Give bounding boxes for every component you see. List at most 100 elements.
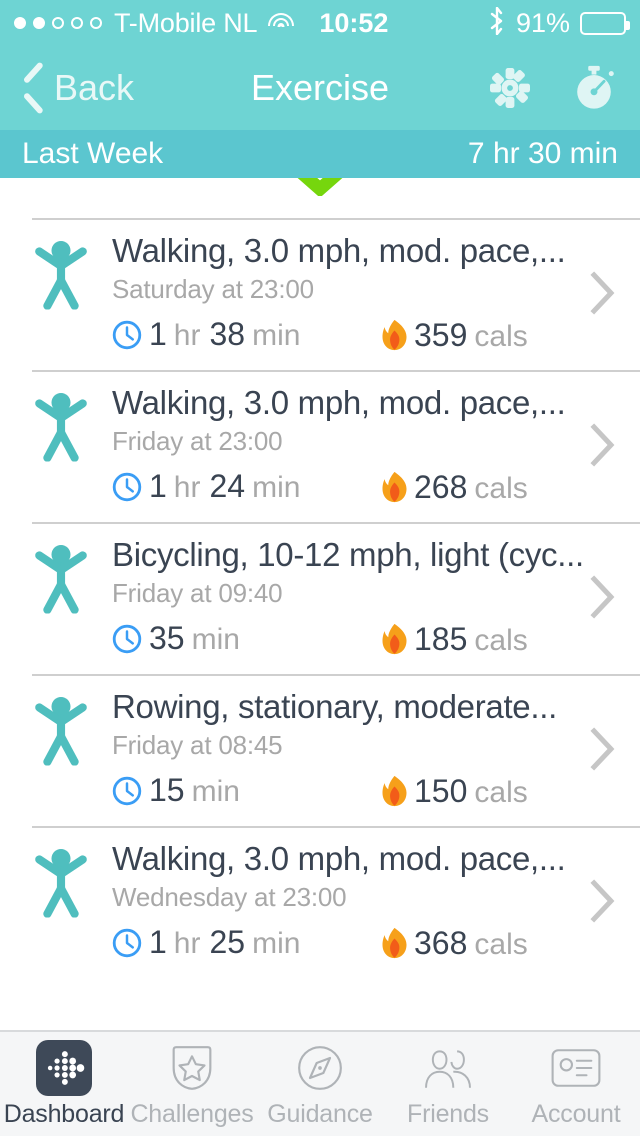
tab-challenges[interactable]: Challenges [128, 1040, 256, 1129]
duration-minutes-unit: min [252, 927, 301, 960]
back-button[interactable]: Back [22, 67, 134, 109]
calories-value: 150 [414, 773, 468, 809]
calories-value: 185 [414, 621, 468, 657]
duration-hours-unit: hr [173, 319, 201, 352]
shield-star-icon [167, 1040, 217, 1096]
exercise-title: Walking, 3.0 mph, mod. pace,... [112, 840, 566, 877]
calories-stat: 368 cals [382, 922, 528, 962]
compass-icon [295, 1040, 345, 1096]
calories-stat: 268 cals [382, 466, 528, 506]
duration-minutes: 25 [209, 924, 246, 960]
gear-icon[interactable] [486, 64, 534, 112]
duration-stat: 1 hr 24 min [112, 467, 382, 505]
week-summary-bar[interactable]: Last Week 7 hr 30 min [0, 130, 640, 178]
battery-percent-label: 91% [515, 7, 570, 38]
duration-stat: 1 hr 25 min [112, 923, 382, 961]
calories-unit: cals [474, 320, 528, 353]
exercise-title: Walking, 3.0 mph, mod. pace,... [112, 232, 566, 269]
duration-minutes-unit: min [252, 319, 301, 352]
carrier-label: T-Mobile NL [114, 7, 258, 38]
id-card-icon [551, 1043, 601, 1093]
chevron-right-icon[interactable] [582, 423, 616, 467]
duration-hours: 1 [149, 468, 167, 504]
person-icon [32, 384, 96, 467]
navigation-bar: Back Exercise [0, 46, 640, 130]
tab-label: Challenges [130, 1099, 254, 1128]
friends-icon [423, 1043, 473, 1093]
duration-minutes: 35 [149, 620, 185, 656]
calories-unit: cals [474, 472, 528, 505]
exercise-title: Walking, 3.0 mph, mod. pace,... [112, 384, 566, 421]
tab-account[interactable]: Account [512, 1040, 640, 1129]
tab-guidance[interactable]: Guidance [256, 1040, 384, 1129]
exercise-row[interactable]: Walking, 3.0 mph, mod. pace,... Saturday … [0, 218, 640, 370]
calories-value: 368 [414, 925, 468, 961]
exercise-row[interactable]: Rowing, stationary, moderate... Friday at… [0, 674, 640, 826]
exercise-row[interactable]: Bicycling, 10-12 mph, light (cyc... Frida… [0, 522, 640, 674]
clock-icon [112, 320, 142, 355]
chevron-left-icon [22, 70, 44, 106]
duration-minutes: 15 [149, 772, 185, 808]
pull-to-refresh-area [0, 178, 640, 218]
duration-stat: 15 min [112, 771, 382, 809]
exercise-timestamp: Saturday at 23:00 [112, 274, 314, 304]
fitbit-logo-icon [36, 1039, 92, 1096]
person-icon [32, 688, 96, 771]
flame-icon [382, 319, 407, 356]
tab-dashboard[interactable]: Dashboard [0, 1039, 128, 1129]
chevron-right-icon[interactable] [582, 271, 616, 315]
duration-stat: 35 min [112, 619, 382, 657]
calories-value: 268 [414, 469, 468, 505]
exercise-timestamp: Friday at 08:45 [112, 730, 283, 760]
duration-hours: 1 [149, 316, 167, 352]
flame-icon [382, 623, 407, 660]
bluetooth-icon [488, 6, 506, 40]
tab-label: Guidance [267, 1099, 373, 1128]
compass-icon [295, 1043, 345, 1093]
duration-hours-unit: hr [173, 471, 201, 504]
duration-hours: 1 [149, 924, 167, 960]
tab-friends[interactable]: Friends [384, 1040, 512, 1129]
tab-label: Friends [407, 1099, 489, 1128]
friends-icon [423, 1040, 473, 1096]
clock-icon [112, 928, 142, 963]
flame-icon [382, 471, 407, 508]
status-bar: T-Mobile NL 10:52 91% [0, 0, 640, 46]
chevron-right-icon[interactable] [582, 575, 616, 619]
stopwatch-icon[interactable] [570, 64, 618, 112]
exercise-title: Rowing, stationary, moderate... [112, 688, 557, 725]
duration-minutes-unit: min [252, 471, 301, 504]
exercise-row[interactable]: Walking, 3.0 mph, mod. pace,... Wednesday… [0, 826, 640, 978]
flame-icon [382, 927, 407, 964]
duration-minutes: 38 [209, 316, 246, 352]
back-button-label: Back [54, 67, 135, 108]
week-total-duration: 7 hr 30 min [467, 137, 618, 170]
duration-minutes-unit: min [191, 775, 240, 808]
id-card-icon [551, 1040, 601, 1096]
exercise-timestamp: Friday at 23:00 [112, 426, 283, 456]
exercise-timestamp: Wednesday at 23:00 [112, 882, 347, 912]
person-icon [32, 232, 96, 315]
clock-icon [112, 776, 142, 811]
chevron-right-icon[interactable] [582, 879, 616, 923]
wifi-icon [268, 13, 295, 33]
calories-unit: cals [474, 928, 528, 961]
tab-label: Dashboard [3, 1099, 125, 1128]
duration-minutes-unit: min [191, 623, 240, 656]
fitbit-logo-icon [36, 1039, 92, 1096]
shield-star-icon [167, 1043, 217, 1093]
duration-hours-unit: hr [173, 927, 201, 960]
tab-label: Account [531, 1099, 621, 1128]
tab-bar: Dashboard Challenges Guidance Friends Accoun… [0, 1030, 640, 1136]
calories-stat: 359 cals [382, 314, 528, 354]
duration-minutes: 24 [209, 468, 246, 504]
person-icon [32, 840, 96, 923]
exercise-row[interactable]: Walking, 3.0 mph, mod. pace,... Friday at… [0, 370, 640, 522]
chevron-right-icon[interactable] [582, 727, 616, 771]
week-label: Last Week [22, 137, 164, 170]
signal-strength-icon [14, 17, 102, 29]
clock-icon [112, 472, 142, 507]
duration-stat: 1 hr 38 min [112, 315, 382, 353]
calories-stat: 150 cals [382, 770, 528, 810]
calories-unit: cals [474, 776, 528, 809]
